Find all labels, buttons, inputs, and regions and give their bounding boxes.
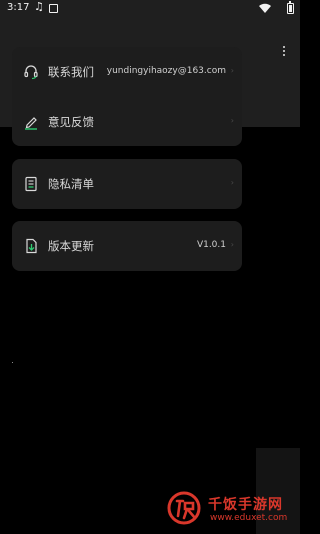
chevron-right-icon: › xyxy=(230,178,234,187)
wifi-icon xyxy=(259,3,271,13)
contact-feedback-card: 联系我们 yundingyihaozy@163.com › 意见反馈 › xyxy=(12,47,242,146)
chevron-right-icon: › xyxy=(230,116,234,125)
status-time: 3:17 xyxy=(7,2,30,13)
status-bar: 3:17 ♫ xyxy=(0,0,300,17)
feedback-row[interactable]: 意见反馈 › xyxy=(12,107,242,137)
contact-email: yundingyihaozy@163.com xyxy=(106,66,226,76)
music-note-icon: ♫ xyxy=(34,0,44,13)
privacy-list-label: 隐私清单 xyxy=(48,177,94,191)
battery-icon xyxy=(287,1,294,14)
stray-dot xyxy=(12,362,13,363)
more-options-icon[interactable] xyxy=(279,44,289,64)
watermark-url: www.eduxet.com xyxy=(210,513,288,523)
gallery-icon xyxy=(49,4,58,13)
pencil-icon xyxy=(25,117,37,130)
version-update-row[interactable]: 版本更新 V1.0.1 › xyxy=(12,231,242,261)
download-document-icon xyxy=(26,238,37,254)
list-document-icon xyxy=(25,176,37,192)
chevron-right-icon: › xyxy=(230,240,234,249)
chevron-right-icon: › xyxy=(230,66,234,75)
privacy-card: 隐私清单 › xyxy=(12,159,242,209)
feedback-label: 意见反馈 xyxy=(48,115,94,129)
watermark-logo-icon xyxy=(167,491,201,525)
contact-us-label: 联系我们 xyxy=(48,65,94,79)
version-card: 版本更新 V1.0.1 › xyxy=(12,221,242,271)
headset-icon xyxy=(24,65,38,80)
contact-us-row[interactable]: 联系我们 yundingyihaozy@163.com › xyxy=(12,57,242,87)
watermark-brand: 千饭手游网 xyxy=(208,497,283,513)
privacy-list-row[interactable]: 隐私清单 › xyxy=(12,169,242,199)
version-number: V1.0.1 xyxy=(196,240,226,250)
site-watermark: 千饭手游网 www.eduxet.com xyxy=(166,488,296,530)
version-update-label: 版本更新 xyxy=(48,239,94,253)
